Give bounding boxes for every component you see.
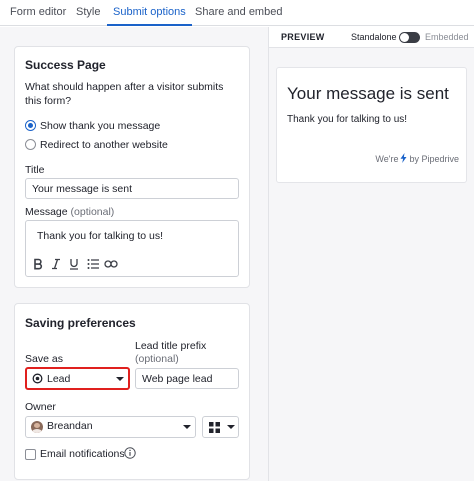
preview-title: Your message is sent	[287, 84, 449, 103]
message-label-text: Message	[25, 206, 68, 218]
avatar	[31, 421, 43, 433]
title-input-value: Your message is sent	[32, 182, 133, 195]
tab-bar: Form editor Style Submit options Share a…	[0, 0, 474, 26]
radio-thank-you-label[interactable]: Show thank you message	[40, 119, 160, 133]
preview-message: Thank you for talking to us!	[287, 114, 408, 125]
title-input[interactable]: Your message is sent	[25, 178, 239, 199]
visibility-select[interactable]	[202, 416, 239, 438]
tab-share-and-embed[interactable]: Share and embed	[195, 6, 282, 26]
message-optional-text: (optional)	[70, 206, 115, 218]
lead-target-icon	[32, 373, 43, 387]
standalone-embedded-toggle[interactable]	[399, 32, 420, 43]
pipedrive-branding: We're by Pipedrive	[375, 153, 459, 165]
link-icon[interactable]	[104, 257, 118, 271]
radio-thank-you[interactable]	[25, 120, 36, 131]
bold-icon[interactable]	[31, 257, 45, 271]
bolt-icon	[400, 153, 407, 165]
preview-header: PREVIEW Standalone Embedded	[269, 27, 474, 48]
title-label: Title	[25, 164, 45, 176]
info-icon[interactable]	[124, 447, 136, 462]
owner-value: Breandan	[47, 420, 93, 432]
chevron-down-icon	[227, 425, 235, 429]
email-notifications-checkbox[interactable]	[25, 449, 36, 460]
lead-title-prefix-input[interactable]: Web page lead	[135, 368, 239, 389]
branding-prefix: We're	[375, 154, 399, 164]
standalone-label[interactable]: Standalone	[351, 32, 397, 42]
grid-icon	[209, 422, 220, 436]
preview-label: PREVIEW	[281, 32, 325, 42]
saving-preferences-heading: Saving preferences	[25, 316, 136, 330]
branding-suffix: by Pipedrive	[409, 154, 459, 164]
save-as-label: Save as	[25, 353, 63, 365]
success-page-question: What should happen after a visitor submi…	[25, 81, 224, 107]
tab-style[interactable]: Style	[76, 6, 100, 26]
save-as-select[interactable]: Lead	[25, 367, 130, 390]
save-as-value: Lead	[47, 373, 71, 385]
tab-submit-options[interactable]: Submit options	[107, 6, 192, 26]
lead-title-prefix-label: Lead title prefix	[135, 340, 207, 352]
chevron-down-icon	[183, 425, 191, 429]
owner-select[interactable]: Breandan	[25, 416, 196, 438]
embedded-label[interactable]: Embedded	[425, 32, 469, 42]
message-editor-value[interactable]: Thank you for talking to us!	[37, 229, 163, 243]
radio-redirect-label[interactable]: Redirect to another website	[40, 138, 168, 152]
radio-redirect[interactable]	[25, 139, 36, 150]
email-notifications-label[interactable]: Email notifications	[40, 447, 125, 461]
preview-card: Your message is sent Thank you for talki…	[276, 67, 467, 183]
lead-title-prefix-optional: (optional)	[135, 353, 179, 365]
list-icon[interactable]	[86, 257, 100, 271]
underline-icon[interactable]	[67, 257, 81, 271]
success-page-heading: Success Page	[25, 58, 106, 72]
lead-title-prefix-value: Web page lead	[142, 372, 213, 385]
owner-label: Owner	[25, 401, 56, 413]
chevron-down-icon	[116, 377, 124, 381]
italic-icon[interactable]	[49, 257, 63, 271]
tab-form-editor[interactable]: Form editor	[10, 6, 66, 26]
message-label: Message (optional)	[25, 205, 114, 219]
